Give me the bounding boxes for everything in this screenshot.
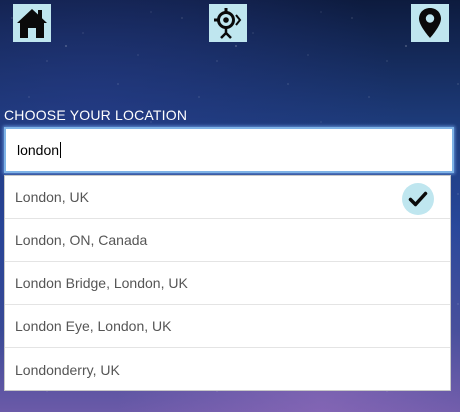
- suggestion-label: London Eye, London, UK: [15, 318, 172, 334]
- suggestion-item[interactable]: London Eye, London, UK: [5, 305, 450, 348]
- suggestions-dropdown: London, UK London, ON, Canada London Bri…: [4, 175, 451, 391]
- suggestion-label: London, UK: [15, 189, 89, 205]
- locate-me-button[interactable]: [209, 4, 247, 42]
- home-icon: [17, 9, 47, 38]
- suggestion-item[interactable]: London, ON, Canada: [5, 219, 450, 262]
- search-input-value: london: [17, 142, 60, 158]
- suggestion-item[interactable]: London, UK: [5, 176, 450, 219]
- checkmark-icon: [402, 183, 434, 215]
- suggestion-label: Londonderry, UK: [15, 361, 120, 378]
- map-pin-icon: [419, 8, 441, 38]
- map-pin-button[interactable]: [411, 4, 449, 42]
- home-button[interactable]: [13, 4, 51, 42]
- suggestion-label: London, ON, Canada: [15, 232, 148, 248]
- text-caret: [60, 142, 62, 158]
- suggestion-item[interactable]: London Bridge, London, UK: [5, 262, 450, 305]
- crosshair-person-icon: [214, 8, 242, 39]
- location-search-input[interactable]: london: [4, 127, 454, 173]
- suggestion-label: London Bridge, London, UK: [15, 275, 188, 291]
- location-label: CHOOSE YOUR LOCATION: [4, 107, 188, 123]
- suggestion-item[interactable]: Londonderry, UK: [5, 348, 450, 391]
